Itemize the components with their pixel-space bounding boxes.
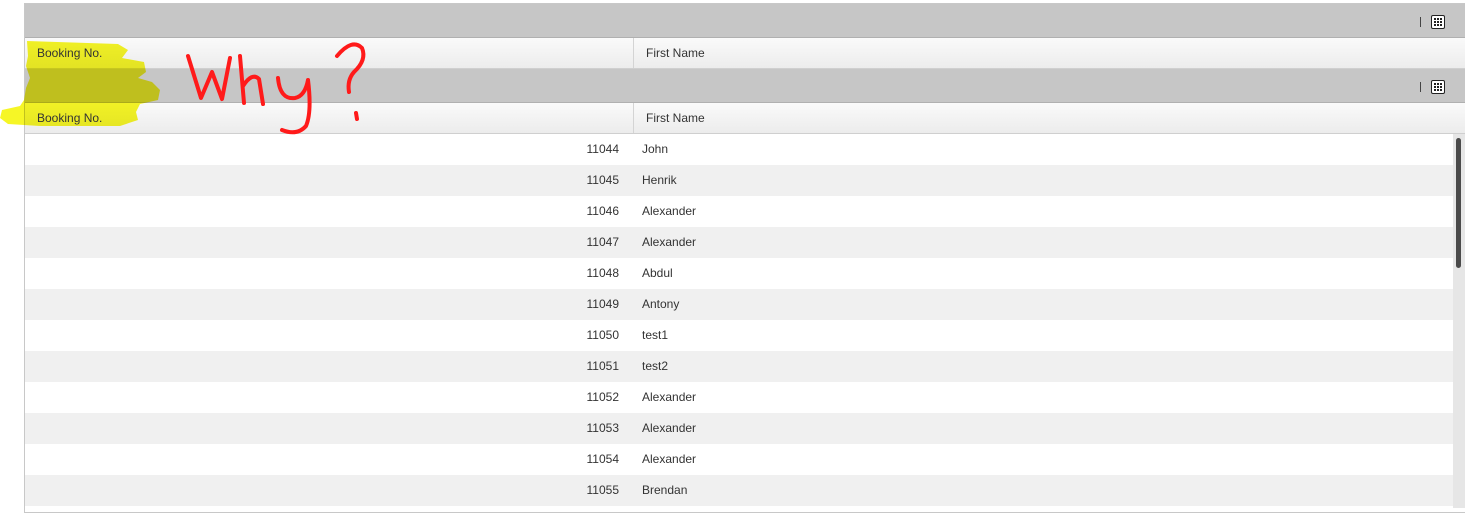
booking-no-cell: 11048 [586,266,619,280]
booking-no-cell: 11047 [586,235,619,249]
first-name-cell: Alexander [642,235,697,249]
first-name-cell: John [642,142,669,156]
column-header-first-name[interactable]: First Name [634,38,1465,68]
first-name-cell: Antony [642,297,680,311]
scrollbar-thumb[interactable] [1456,138,1461,268]
table-row[interactable]: 11055 Brendan [25,475,1465,506]
table-row[interactable]: 11053 Alexander [25,413,1465,444]
grid-toolbar-2 [25,69,1465,103]
booking-no-cell: 11055 [586,483,619,497]
booking-no-cell: 11046 [586,204,619,218]
grid-header-2: Booking No. First Name [25,103,1465,134]
booking-no-cell: 11051 [586,359,619,373]
first-name-cell: Alexander [642,421,697,435]
booking-no-cell: 11049 [586,297,619,311]
grid-body[interactable]: 11044 John 11045 Henrik 11046 Alexander 110… [25,134,1465,508]
table-row[interactable]: 11046 Alexander [25,196,1465,227]
first-name-cell: Abdul [642,266,673,280]
booking-no-cell: 11053 [586,421,619,435]
first-name-cell: test2 [642,359,669,373]
booking-no-cell: 11045 [586,173,619,187]
table-row[interactable]: 11054 Alexander [25,444,1465,475]
table-row[interactable]: 11051 test2 [25,351,1465,382]
first-name-cell: Alexander [642,390,697,404]
grid-container: Booking No. First Name Booking No. First… [24,3,1465,513]
toolbar-separator [1420,17,1421,27]
column-header-booking-no[interactable]: Booking No. [25,103,634,133]
grid-header-1: Booking No. First Name [25,38,1465,69]
booking-no-cell: 11050 [586,328,619,342]
column-header-first-name[interactable]: First Name [634,103,1465,133]
grid-toolbar-1 [25,4,1465,38]
first-name-cell: Alexander [642,204,697,218]
table-row[interactable]: 11044 John [25,134,1465,165]
table-row[interactable]: 11052 Alexander [25,382,1465,413]
table-grid-icon[interactable] [1431,15,1445,29]
first-name-cell: Alexander [642,452,697,466]
booking-no-cell: 11044 [586,142,619,156]
table-row[interactable]: 11049 Antony [25,289,1465,320]
first-name-cell: test1 [642,328,669,342]
booking-no-cell: 11054 [586,452,619,466]
column-header-booking-no[interactable]: Booking No. [25,38,634,68]
table-row[interactable]: 11048 Abdul [25,258,1465,289]
vertical-scrollbar[interactable] [1453,134,1465,508]
toolbar-separator [1420,82,1421,92]
first-name-cell: Henrik [642,173,677,187]
table-row[interactable]: 11045 Henrik [25,165,1465,196]
first-name-cell: Brendan [642,483,688,497]
booking-no-cell: 11052 [586,390,619,404]
table-row[interactable]: 11047 Alexander [25,227,1465,258]
table-row[interactable]: 11050 test1 [25,320,1465,351]
table-grid-icon[interactable] [1431,80,1445,94]
